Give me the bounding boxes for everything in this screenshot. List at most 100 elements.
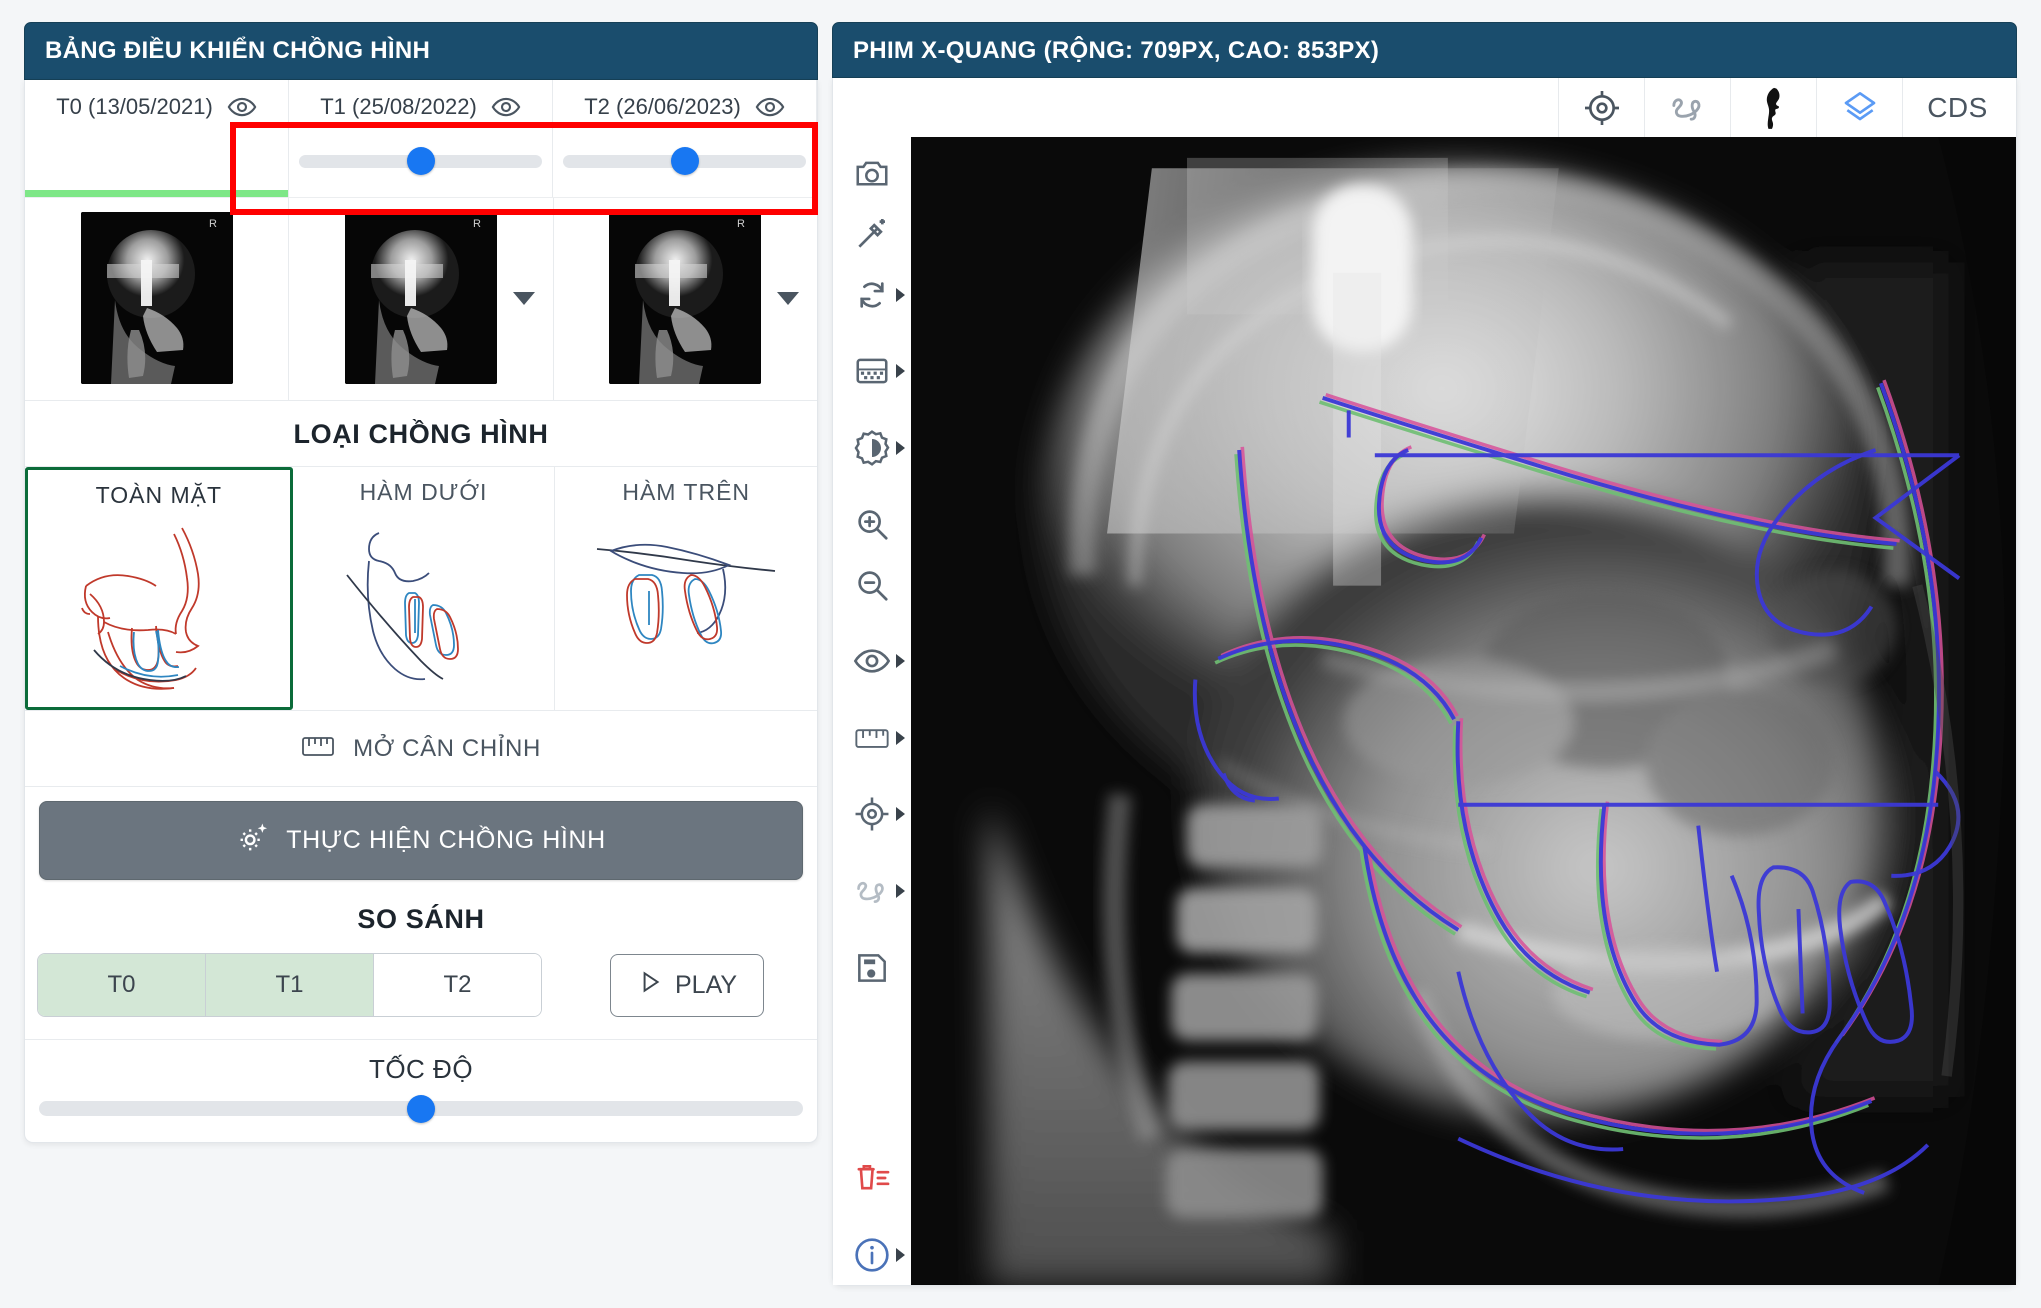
opacity-slider-knob-t2[interactable] bbox=[670, 147, 699, 175]
tracing-preview-mandible bbox=[301, 512, 547, 690]
compare-segment-t1[interactable]: T1 bbox=[206, 954, 374, 1016]
profile-silhouette-icon[interactable] bbox=[1730, 77, 1816, 138]
timepoint-col-t0: T0 (13/05/2021) bbox=[25, 80, 289, 197]
type-card-maxilla[interactable]: HÀM TRÊN bbox=[555, 467, 818, 710]
type-label-full-face: TOÀN MẶT bbox=[95, 482, 223, 508]
control-panel-title: BẢNG ĐIỀU KHIỂN CHỒNG HÌNH bbox=[24, 22, 818, 80]
save-icon[interactable] bbox=[833, 937, 911, 998]
info-icon[interactable] bbox=[833, 1224, 911, 1285]
timepoint-label-t1: T1 (25/08/2022) bbox=[320, 94, 477, 119]
cds-label-button[interactable]: CDS bbox=[1902, 77, 2012, 138]
timepoint-header-t0[interactable]: T0 (13/05/2021) bbox=[25, 80, 288, 132]
speed-title: TỐC ĐỘ bbox=[368, 1054, 474, 1084]
opacity-slider-t1[interactable] bbox=[299, 147, 542, 175]
thumbnail-row: R R R bbox=[25, 197, 817, 401]
eye-icon[interactable] bbox=[227, 92, 257, 122]
zoom-in-icon[interactable] bbox=[833, 494, 911, 555]
timepoint-header-t1[interactable]: T1 (25/08/2022) bbox=[289, 80, 552, 132]
open-alignment-label: MỞ CÂN CHỈNH bbox=[353, 734, 541, 762]
open-alignment-button[interactable]: MỞ CÂN CHỈNH bbox=[25, 710, 817, 787]
svg-text:R: R bbox=[209, 218, 217, 230]
xray-viewer-row bbox=[833, 137, 2016, 1285]
timepoint-active-bar-t2 bbox=[553, 190, 816, 197]
timepoint-label-t0: T0 (13/05/2021) bbox=[56, 94, 213, 119]
delete-list-icon[interactable] bbox=[833, 1148, 911, 1209]
crosshair-icon[interactable] bbox=[833, 784, 911, 845]
xray-thumbnail-t1[interactable]: R bbox=[344, 212, 497, 384]
type-row: TOÀN MẶT HÀM DƯỚI HÀM TRÊN bbox=[25, 467, 818, 710]
eye-icon[interactable] bbox=[491, 92, 521, 122]
zoom-out-icon[interactable] bbox=[833, 555, 911, 616]
chevron-right-icon[interactable] bbox=[896, 654, 905, 669]
control-panel: BẢNG ĐIỀU KHIỂN CHỒNG HÌNH T0 (13/05/202… bbox=[24, 22, 818, 1286]
speed-section: TỐC ĐỘ bbox=[25, 1039, 817, 1142]
xray-image bbox=[911, 137, 2016, 1285]
xray-thumbnail-t0[interactable]: R bbox=[80, 212, 233, 384]
chevron-right-icon[interactable] bbox=[896, 807, 905, 822]
thumbnail-cell-t1[interactable]: R bbox=[289, 198, 554, 400]
xray-top-toolbar: CDS bbox=[833, 77, 2016, 138]
thumbnail-cell-t2[interactable]: R bbox=[554, 198, 817, 400]
eye-icon[interactable] bbox=[833, 631, 911, 692]
timepoint-active-bar-t0 bbox=[25, 190, 288, 197]
mask-grid-icon[interactable] bbox=[833, 341, 911, 402]
timepoint-row: T0 (13/05/2021) T1 (25/08/2022) T2 (26/0… bbox=[25, 80, 818, 215]
compare-segment-t2[interactable]: T2 bbox=[374, 954, 541, 1016]
opacity-slider-knob-t1[interactable] bbox=[406, 147, 435, 175]
compare-segment-t0[interactable]: T0 bbox=[38, 954, 206, 1016]
curve-trace-icon[interactable] bbox=[1644, 77, 1730, 138]
timepoint-col-t1: T1 (25/08/2022) bbox=[289, 80, 553, 197]
speed-slider[interactable] bbox=[39, 1094, 803, 1123]
cds-label: CDS bbox=[1927, 91, 1988, 123]
superimposition-app: BẢNG ĐIỀU KHIỂN CHỒNG HÌNH T0 (13/05/202… bbox=[0, 0, 2041, 1308]
timepoint-header-t2[interactable]: T2 (26/06/2023) bbox=[553, 80, 816, 132]
ruler-icon bbox=[301, 732, 335, 765]
chevron-down-icon[interactable] bbox=[512, 291, 535, 305]
compare-title: SO SÁNH bbox=[357, 904, 485, 934]
magic-wand-icon[interactable] bbox=[833, 204, 911, 265]
speed-slider-knob[interactable] bbox=[407, 1094, 435, 1123]
target-icon[interactable] bbox=[1558, 77, 1644, 138]
type-label-maxilla: HÀM TRÊN bbox=[622, 479, 751, 505]
chevron-right-icon[interactable] bbox=[896, 440, 905, 455]
type-card-mandible[interactable]: HÀM DƯỚI bbox=[292, 467, 556, 710]
chevron-right-icon[interactable] bbox=[896, 884, 905, 899]
opacity-slider-t2[interactable] bbox=[563, 147, 806, 175]
type-label-mandible: HÀM DƯỚI bbox=[359, 479, 488, 505]
rotate-icon[interactable] bbox=[833, 264, 911, 325]
contrast-icon[interactable] bbox=[833, 417, 911, 478]
ruler-icon[interactable] bbox=[833, 708, 911, 769]
chevron-right-icon[interactable] bbox=[896, 287, 905, 302]
svg-text:R: R bbox=[737, 218, 745, 230]
curve-trace-icon[interactable] bbox=[833, 861, 911, 922]
xray-thumbnail-t2[interactable]: R bbox=[609, 212, 762, 384]
gear-sparkle-icon bbox=[236, 820, 270, 861]
compare-segment-group: T0 T1 T2 bbox=[37, 953, 542, 1017]
thumbnail-cell-t0[interactable]: R bbox=[25, 198, 290, 400]
chevron-right-icon[interactable] bbox=[896, 730, 905, 745]
chevron-right-icon[interactable] bbox=[896, 1247, 905, 1262]
compare-row: T0 T1 T2 PLAY bbox=[25, 953, 817, 1039]
timepoint-slider-zone-t1 bbox=[289, 132, 552, 190]
chevron-right-icon[interactable] bbox=[896, 364, 905, 379]
tracing-preview-full-face bbox=[36, 515, 282, 693]
xray-panel: PHIM X-QUANG (RỘNG: 709PX, CAO: 853PX) C… bbox=[832, 22, 2017, 1286]
timepoint-active-bar-t1 bbox=[289, 190, 552, 197]
type-section-title: LOẠI CHỒNG HÌNH bbox=[25, 401, 817, 467]
xray-panel-title: PHIM X-QUANG (RỘNG: 709PX, CAO: 853PX) bbox=[832, 22, 2017, 78]
camera-icon[interactable] bbox=[833, 143, 911, 204]
layers-icon[interactable] bbox=[1816, 77, 1902, 138]
xray-panel-body: CDS bbox=[832, 77, 2017, 1286]
run-superimposition-label: THỰC HIỆN CHỒNG HÌNH bbox=[286, 826, 606, 854]
timepoint-label-t2: T2 (26/06/2023) bbox=[584, 94, 741, 119]
play-button[interactable]: PLAY bbox=[610, 953, 765, 1017]
run-superimposition-button[interactable]: THỰC HIỆN CHỒNG HÌNH bbox=[39, 801, 803, 880]
timepoint-slider-zone-t2 bbox=[553, 132, 816, 190]
xray-image-canvas[interactable] bbox=[911, 137, 2016, 1285]
type-card-full-face[interactable]: TOÀN MẶT bbox=[25, 467, 293, 710]
eye-icon[interactable] bbox=[755, 92, 785, 122]
chevron-down-icon[interactable] bbox=[777, 291, 800, 305]
timepoint-slider-zone-t0 bbox=[25, 132, 288, 190]
play-label: PLAY bbox=[675, 970, 738, 999]
play-icon bbox=[637, 969, 663, 1002]
